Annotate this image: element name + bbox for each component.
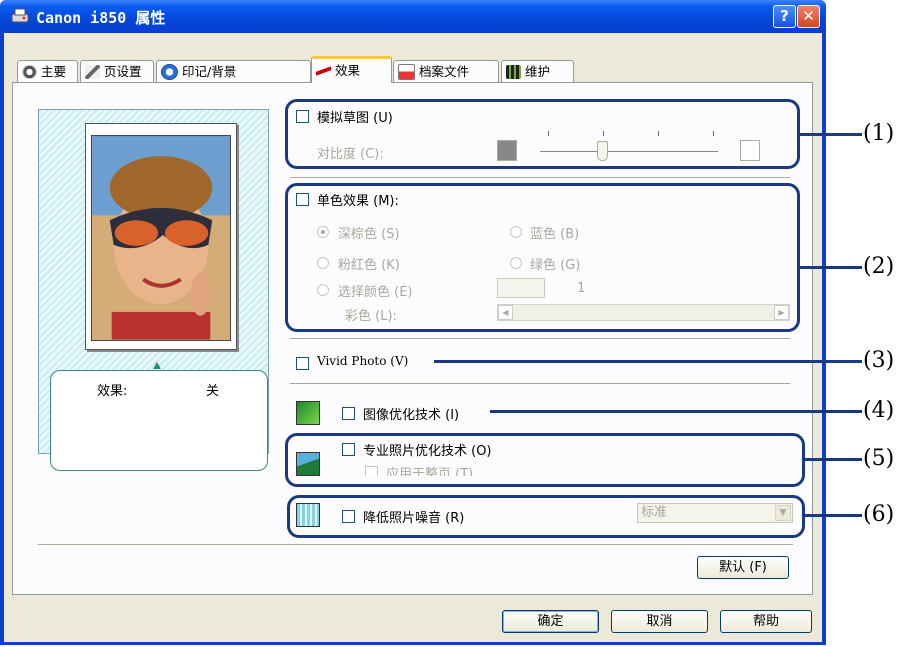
vivid-photo-label: Vivid Photo (V)	[317, 354, 409, 368]
callout-number-3: (3)	[863, 348, 895, 373]
title-help-button[interactable]: ?	[773, 5, 796, 28]
close-button[interactable]: ✕	[797, 5, 820, 28]
effects-icon	[316, 64, 331, 78]
printer-app-icon	[11, 8, 29, 23]
tab-main[interactable]: 主要	[17, 60, 78, 82]
profile-icon	[398, 63, 415, 80]
callout-number-2: (2)	[863, 254, 895, 279]
window-title: Canon i850 属性	[36, 9, 166, 27]
callout-number-4: (4)	[863, 398, 895, 423]
effect-label: 效果:	[97, 384, 128, 399]
image-optimizer-checkbox[interactable]	[342, 407, 355, 420]
callout-number-6: (6)	[863, 502, 895, 527]
callout-box-2	[285, 183, 800, 332]
leader-line-5	[805, 458, 862, 461]
tab-effects[interactable]: 效果	[311, 56, 392, 83]
ok-button[interactable]: 确定	[502, 610, 599, 633]
separator	[290, 177, 790, 179]
tab-maintenance-label: 维护	[525, 63, 551, 79]
tab-effects-label: 效果	[335, 63, 361, 78]
tab-main-label: 主要	[41, 63, 67, 79]
tab-profiles-label: 档案文件	[419, 63, 470, 79]
main-icon	[22, 64, 37, 79]
leader-line-3	[434, 360, 862, 363]
defaults-button[interactable]: 默认 (F)	[697, 556, 789, 579]
preview-pointer	[153, 362, 161, 369]
tab-stamp-background[interactable]: 印记/背景	[156, 60, 311, 82]
vivid-photo-checkbox[interactable]	[296, 357, 309, 370]
effect-status-box: 效果: 关	[50, 370, 268, 471]
tab-stamp-background-label: 印记/背景	[182, 63, 237, 79]
callout-number-1: (1)	[863, 121, 895, 146]
tab-page-setup-label: 页设置	[104, 63, 142, 79]
leader-line-1	[800, 133, 862, 136]
leader-line-4	[490, 410, 862, 413]
separator	[290, 383, 790, 385]
cancel-button[interactable]: 取消	[611, 610, 708, 633]
tab-profiles[interactable]: 档案文件	[393, 60, 499, 82]
callout-number-5: (5)	[863, 446, 895, 471]
image-optimizer-label: 图像优化技术 (I)	[363, 408, 460, 423]
callout-box-6	[287, 495, 805, 538]
separator	[290, 338, 790, 340]
leader-line-2	[800, 266, 862, 269]
tab-page-setup[interactable]: 页设置	[80, 60, 154, 82]
leader-line-6	[805, 514, 862, 517]
page-setup-icon	[85, 64, 100, 79]
maintenance-icon	[506, 64, 521, 79]
stamp-icon	[161, 63, 178, 80]
effect-value: 关	[206, 384, 220, 399]
image-optimizer-icon	[296, 401, 320, 425]
callout-box-5	[285, 433, 805, 487]
callout-box-1	[285, 99, 800, 169]
help-button[interactable]: 帮助	[720, 610, 812, 633]
tab-maintenance[interactable]: 维护	[501, 60, 574, 82]
separator	[38, 544, 793, 546]
preview-photo-image	[91, 135, 231, 341]
